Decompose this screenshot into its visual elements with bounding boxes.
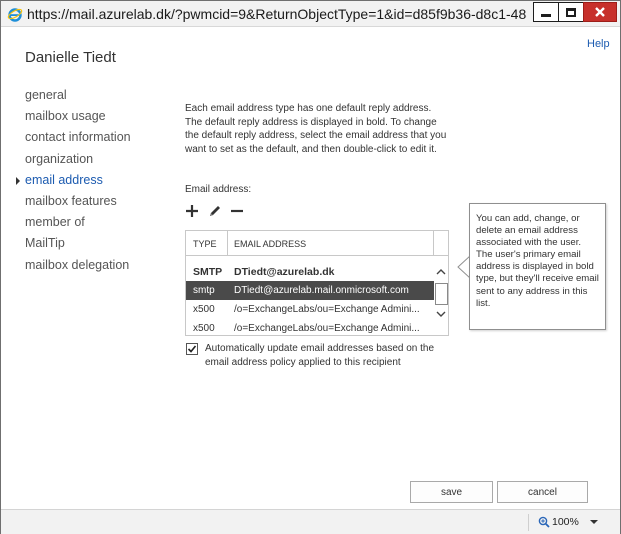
title-bar: https://mail.azurelab.dk/?pwmcid=9&Retur… xyxy=(1,1,620,27)
column-header-email[interactable]: EMAIL ADDRESS xyxy=(234,239,306,249)
zoom-level[interactable]: 100% xyxy=(552,516,579,528)
selected-arrow-icon xyxy=(16,176,20,185)
remove-icon[interactable] xyxy=(229,203,245,219)
column-divider xyxy=(227,231,228,256)
table-row[interactable]: SMTP DTiedt@azurelab.dk xyxy=(186,262,434,281)
auto-update-checkbox[interactable] xyxy=(186,343,198,355)
cancel-button[interactable]: cancel xyxy=(497,481,588,503)
nav-item-mailbox-usage[interactable]: mailbox usage xyxy=(25,109,131,130)
save-button[interactable]: save xyxy=(410,481,493,503)
minimize-button[interactable] xyxy=(533,2,559,22)
zoom-icon[interactable] xyxy=(538,516,550,528)
email-address-table: TYPE EMAIL ADDRESS SMTP DTiedt@azurelab.… xyxy=(185,230,449,336)
column-divider xyxy=(433,231,434,256)
zoom-dropdown-icon[interactable] xyxy=(590,520,598,524)
window-title-url: https://mail.azurelab.dk/?pwmcid=9&Retur… xyxy=(27,6,527,22)
cell-type: smtp xyxy=(193,285,215,296)
maximize-button[interactable] xyxy=(558,2,584,22)
browser-window: https://mail.azurelab.dk/?pwmcid=9&Retur… xyxy=(0,0,621,534)
column-header-type[interactable]: TYPE xyxy=(193,239,217,249)
auto-update-label: Automatically update email addresses bas… xyxy=(205,343,435,368)
nav-item-general[interactable]: general xyxy=(25,88,131,109)
cell-email: /o=ExchangeLabs/ou=Exchange Admini... xyxy=(234,323,420,334)
status-bar: 100% xyxy=(1,509,620,534)
table-header: TYPE EMAIL ADDRESS xyxy=(186,231,448,256)
internet-explorer-icon xyxy=(7,8,23,22)
status-divider xyxy=(528,514,529,531)
chevron-up-icon[interactable] xyxy=(436,267,446,277)
cell-email: /o=ExchangeLabs/ou=Exchange Admini... xyxy=(234,304,420,315)
checkmark-icon xyxy=(187,345,197,353)
email-address-label: Email address: xyxy=(185,184,252,195)
nav-item-member-of[interactable]: member of xyxy=(25,215,131,236)
sidebar-nav: general mailbox usage contact informatio… xyxy=(16,88,131,279)
help-tooltip: You can add, change, or delete an email … xyxy=(469,203,606,330)
cell-email: DTiedt@azurelab.dk xyxy=(234,266,335,278)
add-icon[interactable] xyxy=(184,203,200,219)
chevron-down-icon[interactable] xyxy=(436,309,446,319)
nav-item-mailbox-features[interactable]: mailbox features xyxy=(25,194,131,215)
description-text: Each email address type has one default … xyxy=(185,103,447,155)
page-title: Danielle Tiedt xyxy=(25,49,116,66)
cell-type: x500 xyxy=(193,323,215,334)
nav-item-organization[interactable]: organization xyxy=(25,152,131,173)
nav-item-mailbox-delegation[interactable]: mailbox delegation xyxy=(25,258,131,279)
table-scrollbar[interactable] xyxy=(434,257,448,335)
cell-type: SMTP xyxy=(193,266,223,278)
table-row-selected[interactable]: smtp DTiedt@azurelab.mail.onmicrosoft.co… xyxy=(186,281,434,300)
close-button[interactable] xyxy=(583,2,617,22)
nav-item-email-address[interactable]: email address xyxy=(16,172,131,194)
table-row[interactable]: x500 /o=ExchangeLabs/ou=Exchange Admini.… xyxy=(186,319,434,335)
cell-type: x500 xyxy=(193,304,215,315)
help-link[interactable]: Help xyxy=(587,38,610,50)
nav-item-contact-information[interactable]: contact information xyxy=(25,130,131,151)
nav-item-label: email address xyxy=(25,172,103,187)
table-row[interactable]: x500 /o=ExchangeLabs/ou=Exchange Admini.… xyxy=(186,300,434,319)
scrollbar-thumb[interactable] xyxy=(435,283,448,305)
nav-item-mailtip[interactable]: MailTip xyxy=(25,236,131,257)
cell-email: DTiedt@azurelab.mail.onmicrosoft.com xyxy=(234,285,409,296)
edit-pencil-icon[interactable] xyxy=(207,203,223,219)
close-icon xyxy=(595,7,605,17)
